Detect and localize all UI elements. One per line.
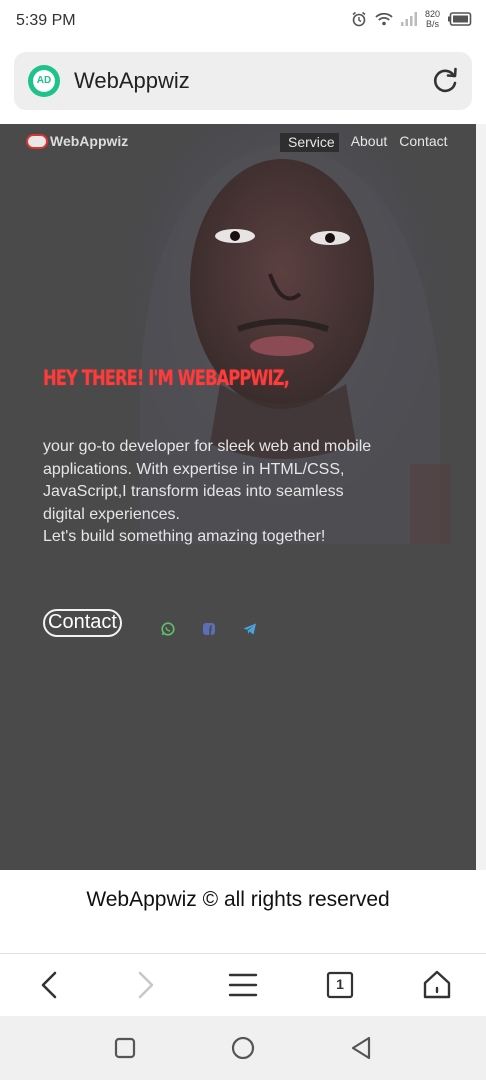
telegram-icon[interactable] — [242, 621, 258, 637]
nav-link-service[interactable]: Service — [280, 133, 339, 152]
system-nav-bar — [0, 1016, 486, 1080]
web-page: WebAppwiz Service About Contact HEY THER… — [0, 124, 476, 870]
status-bar: 5:39 PM 820 B/s — [0, 0, 486, 44]
intro-line: applications. With expertise in HTML/CSS… — [43, 460, 345, 478]
nav-link-contact[interactable]: Contact — [399, 133, 447, 152]
alarm-icon — [352, 11, 366, 27]
site-navbar: WebAppwiz Service About Contact — [0, 124, 476, 160]
battery-icon — [448, 12, 472, 26]
back-icon[interactable] — [32, 968, 66, 1002]
browser-toolbar: 1 — [0, 954, 486, 1016]
site-favicon-icon: AD — [28, 65, 60, 97]
status-time: 5:39 PM — [16, 12, 76, 29]
tabs-button[interactable]: 1 — [323, 968, 357, 1002]
speed-value: 820 — [424, 9, 440, 19]
nav-link-about[interactable]: About — [351, 133, 388, 152]
nav-links: Service About Contact — [280, 133, 448, 152]
reload-icon[interactable] — [430, 66, 460, 96]
hero-headline: HEY THERE! I'M WEBAPPWIZ, — [43, 366, 290, 390]
hero-intro: your go-to developer for sleek web and m… — [43, 436, 423, 549]
whatsapp-icon[interactable] — [160, 621, 176, 637]
brand-name: WebAppwiz — [50, 133, 129, 149]
footer-copyright: WebAppwiz © all rights reserved — [86, 888, 390, 911]
page-title: WebAppwiz — [74, 68, 190, 93]
forward-icon[interactable] — [129, 968, 163, 1002]
intro-line: Let's build something amazing together! — [43, 528, 326, 545]
status-icons: 820 B/s — [351, 9, 472, 29]
menu-icon[interactable] — [226, 968, 260, 1002]
brand-logo-icon — [26, 133, 48, 149]
contact-button[interactable]: Contact — [43, 609, 122, 637]
intro-line: JavaScript,I transform ideas into seamle… — [43, 483, 344, 500]
site-brand[interactable]: WebAppwiz — [26, 133, 128, 149]
facebook-icon[interactable] — [201, 621, 217, 637]
signal-icon — [400, 12, 417, 26]
wifi-icon — [375, 12, 393, 26]
home-icon[interactable] — [420, 968, 454, 1002]
home-circle-icon[interactable] — [229, 1034, 257, 1062]
intro-line: your go-to developer for sleek web and m… — [43, 438, 372, 455]
tab-count: 1 — [336, 976, 344, 992]
site-badge: AD — [33, 70, 55, 92]
address-bar[interactable]: AD WebAppwiz — [14, 52, 472, 110]
network-speed: 820 B/s — [425, 9, 440, 29]
recents-icon[interactable] — [111, 1034, 139, 1062]
speed-unit: B/s — [425, 19, 439, 29]
intro-line: digital experiences. — [43, 505, 180, 523]
page-scrollbar[interactable] — [476, 124, 486, 870]
back-triangle-icon[interactable] — [347, 1034, 375, 1062]
